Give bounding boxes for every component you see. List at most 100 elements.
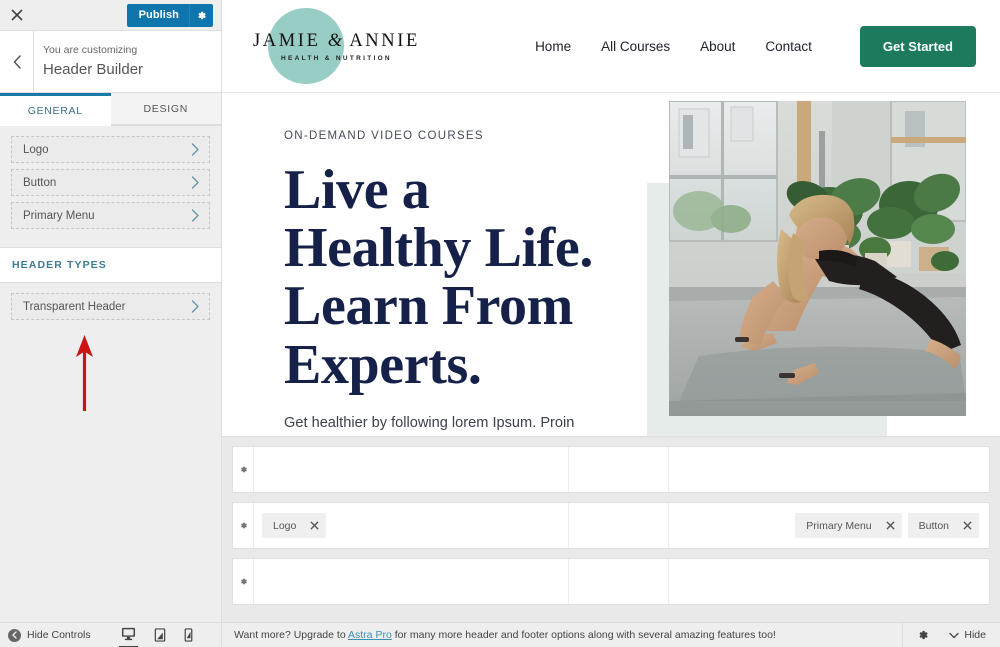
close-icon[interactable] (0, 0, 33, 30)
builder-zone-left[interactable]: Logo (254, 503, 569, 548)
desktop-icon (121, 627, 135, 641)
builder-row-primary-header: Logo Primary Menu Button (232, 502, 990, 549)
customizer-topbar: Publish (0, 0, 221, 31)
gear-icon[interactable] (233, 559, 254, 604)
builder-zone-left[interactable] (254, 559, 569, 604)
builder-chip-primary-menu[interactable]: Primary Menu (795, 513, 902, 538)
sidebar-item-button[interactable]: Button (11, 169, 210, 196)
logo-name-part1: JAMIE (253, 30, 321, 51)
gear-icon[interactable] (189, 3, 213, 27)
builder-zone-center[interactable] (569, 503, 669, 548)
hero-eyebrow: ON-DEMAND VIDEO COURSES (284, 130, 484, 142)
get-started-button[interactable]: Get Started (859, 25, 976, 67)
device-switcher (118, 623, 195, 647)
sidebar-item-logo[interactable]: Logo (11, 136, 210, 163)
main-body: Publish You are customizing Header Build… (0, 0, 1000, 622)
footer-right-section: Hide (902, 622, 1000, 647)
logo-ampersand: & (327, 30, 344, 51)
chevron-right-icon (191, 176, 200, 189)
customizer-footer: Hide Controls Want more? Upgrade to Astr… (0, 622, 1000, 647)
header-types-section-header: HEADER TYPES (0, 247, 221, 283)
builder-zone-right[interactable] (669, 447, 989, 492)
customizer-panel-header: You are customizing Header Builder (0, 30, 221, 93)
logo-text: JAMIE & ANNIE HEALTH & NUTRITION (253, 31, 420, 62)
header-builder-panel: Logo Primary Menu Button (222, 436, 1000, 622)
hero-paragraph: Get healthier by following lorem Ipsum. … (284, 414, 575, 431)
device-tablet-button[interactable] (152, 623, 168, 647)
gear-icon[interactable] (903, 629, 943, 641)
device-mobile-button[interactable] (182, 623, 195, 647)
builder-zone-right[interactable] (669, 559, 989, 604)
nav-item-home[interactable]: Home (535, 39, 571, 54)
hero-title-line-4: Experts. (284, 333, 482, 396)
header-types-group: Transparent Header (0, 283, 221, 338)
upgrade-message-suffix: for many more header and footer options … (391, 629, 776, 641)
chevron-down-icon (949, 632, 960, 639)
builder-chip-button[interactable]: Button (907, 513, 979, 538)
sidebar-item-label: Primary Menu (23, 209, 95, 222)
nav-item-contact[interactable]: Contact (765, 39, 812, 54)
nav-item-all-courses[interactable]: All Courses (601, 39, 670, 54)
site-header: JAMIE & ANNIE HEALTH & NUTRITION Home Al… (222, 0, 1000, 92)
panel-title-wrap: You are customizing Header Builder (34, 43, 143, 81)
sidebar-item-transparent-header[interactable]: Transparent Header (11, 293, 210, 320)
astra-pro-link[interactable]: Astra Pro (348, 629, 392, 641)
nav-item-about[interactable]: About (700, 39, 735, 54)
panel-tabs: GENERAL DESIGN (0, 93, 221, 126)
upgrade-message: Want more? Upgrade to Astra Pro for many… (222, 629, 902, 641)
logo-name-part2: ANNIE (349, 30, 420, 51)
tab-design[interactable]: DESIGN (110, 93, 221, 125)
chevron-right-icon (191, 143, 200, 156)
hero-title-line-3: Learn From (284, 275, 573, 338)
hide-footer-label: Hide (964, 629, 986, 641)
builder-row-below-header (232, 558, 990, 605)
section-title: HEADER TYPES (12, 259, 107, 271)
hero-section: ON-DEMAND VIDEO COURSES Live a Healthy L… (222, 93, 1000, 436)
chip-label: Logo (273, 519, 297, 532)
site-logo[interactable]: JAMIE & ANNIE HEALTH & NUTRITION (236, 0, 420, 92)
hero-image (669, 101, 966, 416)
footer-left-section: Hide Controls (0, 622, 222, 647)
publish-button-group[interactable]: Publish (126, 3, 213, 27)
hide-controls-label: Hide Controls (27, 629, 91, 641)
hide-footer-button[interactable]: Hide (943, 629, 1000, 641)
hero-title-line-1: Live a (284, 159, 430, 221)
chevron-left-icon[interactable] (0, 30, 34, 93)
collapse-left-icon (8, 628, 21, 642)
publish-button[interactable]: Publish (126, 3, 189, 27)
close-icon[interactable] (963, 521, 972, 530)
hide-controls-button[interactable]: Hide Controls (8, 628, 91, 642)
upgrade-message-prefix: Want more? Upgrade to (234, 629, 349, 641)
site-frame: JAMIE & ANNIE HEALTH & NUTRITION Home Al… (222, 0, 1000, 436)
mobile-icon (184, 628, 192, 642)
chevron-right-icon (191, 300, 200, 313)
builder-row-above-header (232, 446, 990, 493)
device-desktop-button[interactable] (118, 623, 138, 647)
panel-content: Logo Button Primary Menu HEADER TYPES Tr… (0, 126, 221, 622)
sidebar-item-primary-menu[interactable]: Primary Menu (11, 202, 210, 229)
close-icon[interactable] (886, 521, 895, 530)
hero-content: ON-DEMAND VIDEO COURSES Live a Healthy L… (222, 93, 654, 436)
builder-zone-right[interactable]: Primary Menu Button (669, 503, 989, 548)
close-icon[interactable] (310, 521, 319, 530)
chevron-right-icon (191, 209, 200, 222)
tablet-icon (154, 628, 165, 642)
red-up-arrow-annotation (70, 333, 100, 411)
sidebar-item-label: Logo (23, 143, 49, 156)
builder-zone-left[interactable] (254, 447, 569, 492)
gear-icon[interactable] (233, 447, 254, 492)
builder-zone-center[interactable] (569, 559, 669, 604)
logo-name: JAMIE & ANNIE (253, 31, 420, 52)
sidebar-item-label: Transparent Header (23, 300, 126, 313)
chip-label: Button (918, 519, 949, 532)
chip-label: Primary Menu (806, 519, 872, 532)
builder-zone-center[interactable] (569, 447, 669, 492)
builder-chip-logo[interactable]: Logo (262, 513, 327, 538)
primary-menu: Home All Courses About Contact Get Start… (535, 25, 976, 67)
gear-icon[interactable] (233, 503, 254, 548)
customizer-app: Publish You are customizing Header Build… (0, 0, 1000, 647)
sidebar-item-label: Button (23, 176, 57, 189)
customizer-sidebar: Publish You are customizing Header Build… (0, 0, 222, 622)
panel-eyebrow: You are customizing (43, 43, 138, 56)
tab-general[interactable]: GENERAL (0, 93, 111, 126)
